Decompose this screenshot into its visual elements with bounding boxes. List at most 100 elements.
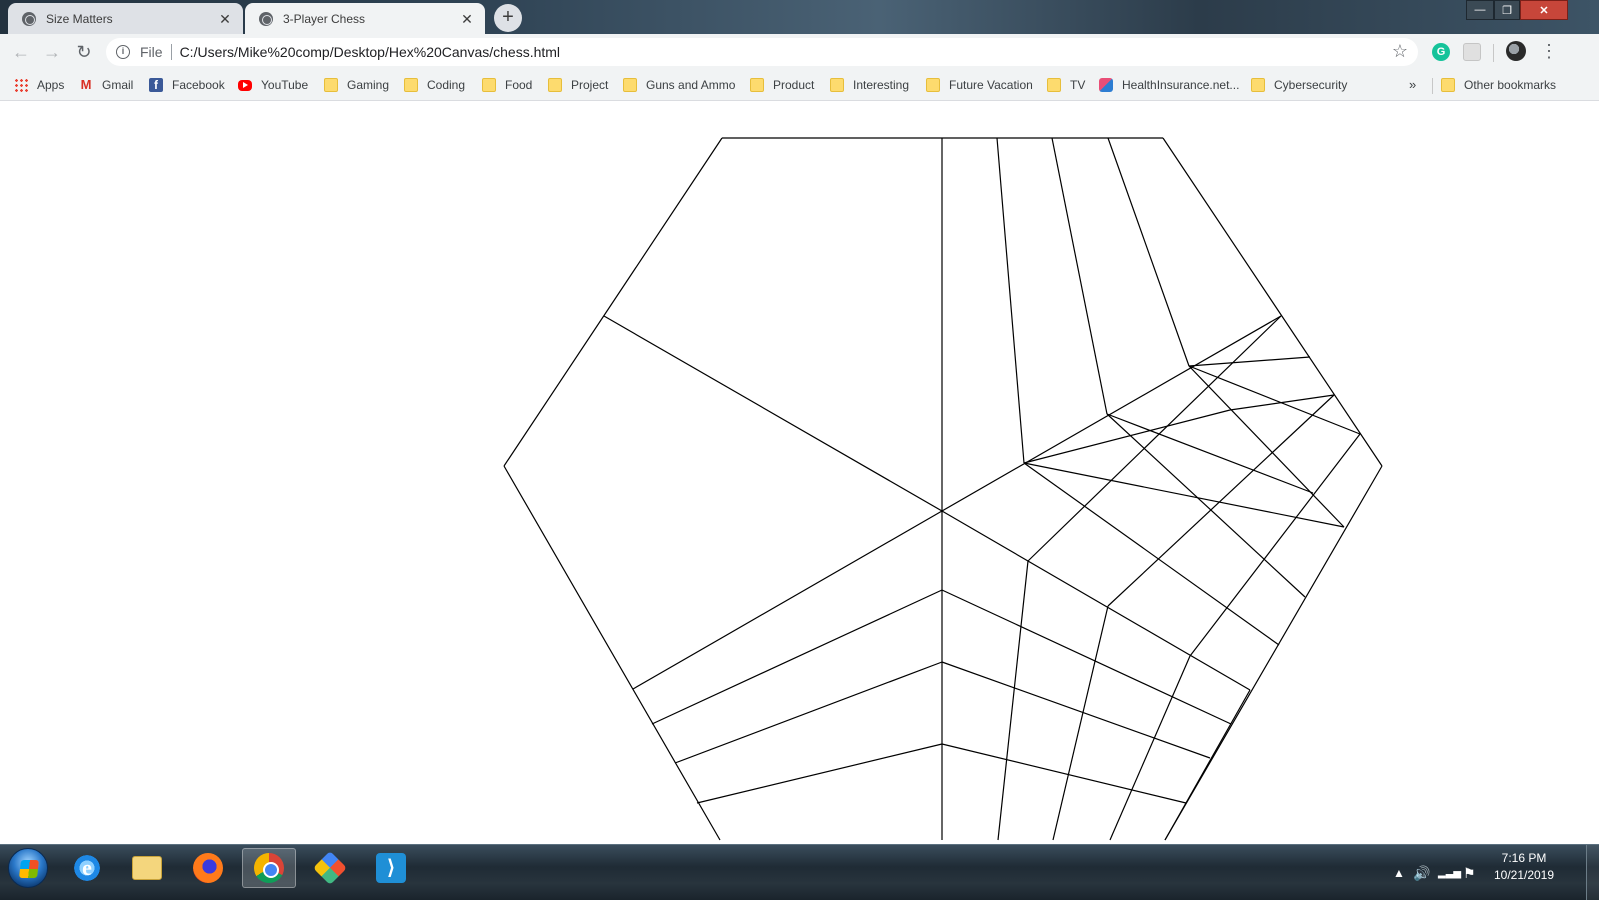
board-line-8 [632,510,943,690]
bookmarks-overflow-chevron-icon[interactable]: » [1409,77,1416,92]
board-line-23 [1107,394,1335,607]
info-icon[interactable]: i [116,45,130,59]
folder-icon [926,78,940,92]
tab-3-player-chess[interactable]: 3-Player Chess ✕ [245,3,485,34]
board-line-11 [1107,137,1190,367]
vscode-icon: ⟩ [376,853,406,883]
bookmark-gmail[interactable]: M Gmail [79,74,134,96]
bookmark-facebook[interactable]: f Facebook [149,74,225,96]
internet-explorer-icon: e [72,853,102,883]
bookmark-folder-gaming[interactable]: Gaming [324,74,389,96]
bookmark-folder-cybersecurity[interactable]: Cybersecurity [1251,74,1347,96]
bookmark-healthinsurance[interactable]: HealthInsurance.net... [1099,74,1239,96]
taskbar-vscode[interactable]: ⟩ [364,848,418,888]
taskbar-firefox[interactable] [181,848,235,888]
board-line-3 [503,137,723,467]
new-tab-button[interactable]: + [494,4,522,32]
bookmark-label: Project [571,78,609,92]
folder-icon [1047,78,1061,92]
system-clock[interactable]: 7:16 PM 10/21/2019 [1488,850,1560,884]
file-explorer-icon [132,856,162,880]
board-line-17 [1023,462,1280,646]
board-line-27 [1109,655,1191,841]
browser-toolbar: ← → ↻ i File C:/Users/Mike%20comp/Deskto… [0,34,1599,70]
board-line-22 [1027,315,1282,562]
bookmark-label: Other bookmarks [1464,78,1557,92]
chess-board-canvas[interactable] [0,101,1599,844]
bookmark-folder-product[interactable]: Product [750,74,814,96]
board-line-7 [941,315,1282,512]
board-line-16 [1023,409,1231,464]
bookmark-apps[interactable]: Apps [14,74,64,96]
bookmark-folder-interesting[interactable]: Interesting [830,74,909,96]
folder-icon [324,78,338,92]
taskbar-internet-explorer[interactable]: e [60,848,114,888]
bookmark-folder-tv[interactable]: TV [1047,74,1085,96]
scheme-label: File [140,44,163,60]
folder-icon [1441,78,1455,92]
bookmark-label: Interesting [853,78,910,92]
forward-button[interactable]: → [39,39,65,65]
bookmark-youtube[interactable]: YouTube [238,74,308,96]
close-tab-icon[interactable]: ✕ [459,11,475,27]
board-line-14 [1188,365,1361,435]
taskbar-file-explorer[interactable] [120,848,174,888]
network-icon[interactable]: ▂▃▅ [1438,845,1461,900]
board-line-21 [941,510,1251,691]
firefox-icon [193,853,223,883]
bookmark-folder-future-vacation[interactable]: Future Vacation [926,74,1033,96]
kebab-menu-icon[interactable]: ⋮ [1540,40,1558,64]
extension-icon[interactable] [1463,43,1481,61]
board-line-26 [1052,605,1109,841]
taskbar-git[interactable] [303,848,357,888]
board-line-24 [1189,433,1361,657]
board-line-20 [1229,394,1335,411]
address-separator [170,44,172,60]
maximize-button[interactable]: ❐ [1494,0,1520,20]
tab-size-matters[interactable]: Size Matters ✕ [8,3,243,34]
board-line-25 [997,560,1029,841]
screen: Size Matters ✕ 3-Player Chess ✕ + — ❐ ✕ … [0,0,1599,900]
board-line-10 [1051,137,1108,415]
grammarly-extension-icon[interactable]: G [1432,43,1450,61]
bookmark-label: HealthInsurance.net... [1122,78,1240,92]
minimize-button[interactable]: — [1466,0,1494,20]
start-button[interactable] [8,848,48,888]
taskbar-chrome[interactable] [242,848,296,888]
address-bar[interactable]: i File C:/Users/Mike%20comp/Desktop/Hex%… [106,38,1418,66]
board-line-32 [651,589,943,725]
bookmark-label: Coding [427,78,466,92]
volume-icon[interactable]: 🔊 [1413,845,1430,900]
bookmarks-separator [1432,78,1433,94]
back-button[interactable]: ← [8,39,34,65]
bookmark-label: YouTube [261,78,309,92]
bookmark-label: Cybersecurity [1274,78,1348,92]
gmail-icon: M [80,77,92,92]
bookmark-folder-guns-and-ammo[interactable]: Guns and Ammo [623,74,735,96]
other-bookmarks[interactable]: Other bookmarks [1441,74,1556,96]
globe-icon [259,11,273,26]
show-hidden-icon[interactable]: ▲ [1393,845,1405,900]
folder-icon [623,78,637,92]
clock-date: 10/21/2019 [1493,868,1555,882]
close-window-button[interactable]: ✕ [1520,0,1568,20]
bookmark-folder-food[interactable]: Food [482,74,532,96]
url-text[interactable]: C:/Users/Mike%20comp/Desktop/Hex%20Canva… [180,44,560,60]
board-line-6 [603,315,943,512]
action-center-flag-icon[interactable]: ⚑ [1463,845,1476,900]
board-line-33 [674,661,943,764]
profile-avatar[interactable] [1506,41,1526,61]
show-desktop-button[interactable] [1586,845,1599,900]
clock-time: 7:16 PM [1501,851,1547,865]
facebook-icon: f [149,78,163,92]
bookmark-folder-coding[interactable]: Coding [404,74,465,96]
page-content [0,101,1599,844]
tab-title: 3-Player Chess [283,11,366,26]
reload-button[interactable]: ↻ [71,39,97,65]
bookmark-folder-project[interactable]: Project [548,74,608,96]
bookmark-label: Facebook [172,78,225,92]
healthinsurance-icon [1099,78,1113,92]
close-tab-icon[interactable]: ✕ [217,11,233,27]
board-line-29 [941,589,1232,725]
bookmark-star-icon[interactable]: ☆ [1392,41,1408,62]
